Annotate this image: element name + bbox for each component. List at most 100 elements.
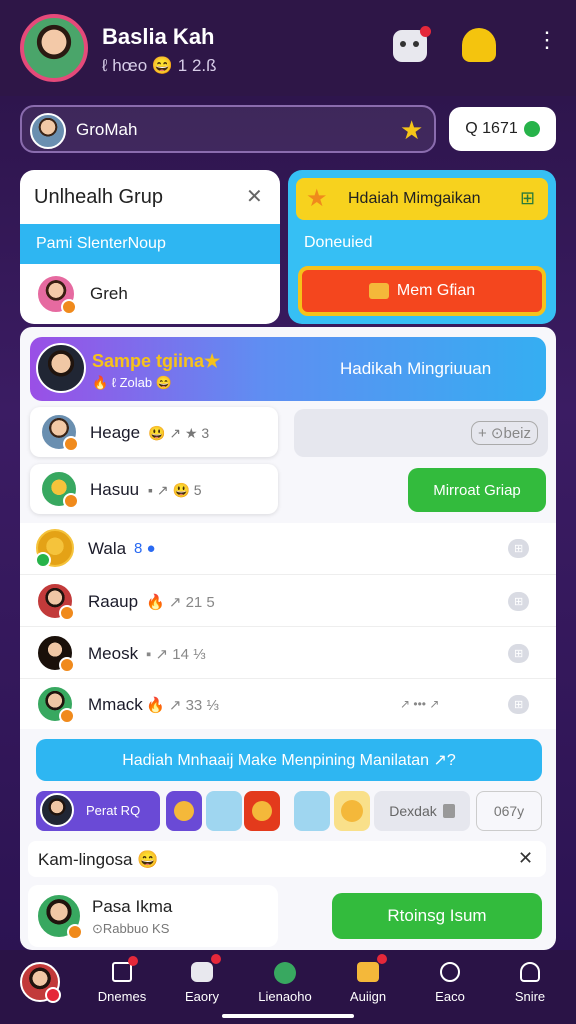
join-group-label: Mirroat Griap <box>433 481 521 499</box>
sticker-bear-icon[interactable] <box>166 791 202 831</box>
group-name: GroMah <box>76 120 138 139</box>
sticker-reply-label: Dexdak <box>389 803 437 819</box>
avatar <box>36 582 75 621</box>
banner-title: Sampe tgiina★ <box>92 351 221 371</box>
claim-button[interactable]: Mem Gfian <box>298 266 546 316</box>
row-meta: ▪ ↗ 😃 5 <box>148 482 202 498</box>
nav-avatar[interactable] <box>20 962 61 1003</box>
sticker-robot-icon[interactable] <box>244 791 280 831</box>
blue-label-bar[interactable]: Pami SlenterNoup <box>20 224 280 264</box>
sticker-plane-icon[interactable] <box>294 791 330 831</box>
cta-bar[interactable]: Hadiah Mnhaaij Make Menpining Manilatan … <box>36 739 542 781</box>
join-group-button[interactable]: Mirroat Griap <box>408 468 546 512</box>
sticker-count-label: 067y <box>493 803 525 819</box>
bottom-user-sub: ⊙Rabbuo KS <box>92 921 170 936</box>
close-icon[interactable]: ✕ <box>518 848 533 869</box>
group-avatar <box>30 113 66 149</box>
sticker-face-icon[interactable] <box>334 791 370 831</box>
row-meta: 8 ● <box>134 540 156 557</box>
avatar <box>40 470 79 509</box>
search-icon <box>440 962 460 982</box>
more-menu-icon[interactable]: ⋮ <box>536 29 558 60</box>
star-icon[interactable]: ★ <box>400 115 423 146</box>
member-avatar[interactable] <box>36 274 77 315</box>
nav-item-story[interactable]: Eaory <box>172 954 232 1006</box>
sticker-count[interactable]: 067y <box>476 791 542 831</box>
avatar <box>35 529 74 568</box>
gift-card: ★ Hdaiah Mimgaikan ⊞ Doneuied Mem Gfian <box>288 170 556 324</box>
section-title: Kam-lingosa 😄 <box>38 850 159 869</box>
row-tag[interactable]: ⊞ <box>508 695 530 714</box>
cta-label: Hadiah Mnhaaij Make Menpining Manilatan … <box>122 752 456 769</box>
profile-avatar[interactable] <box>20 14 88 82</box>
sticker-first[interactable]: Perat RQ <box>36 791 160 831</box>
row-meta: 🔥 ↗ 21 5 <box>146 594 215 611</box>
banner-button[interactable]: Hadikah Mingriuuan <box>340 359 491 379</box>
nav-item-search[interactable]: Eaco <box>420 962 480 1006</box>
nav-item-gift[interactable]: Auiign <box>338 954 398 1006</box>
banner-sub: 🔥 ℓ Zolab 😄 <box>92 375 172 390</box>
nav-item-profile[interactable]: Snire <box>500 962 560 1006</box>
avatar <box>40 413 79 452</box>
bottom-user-card[interactable]: Pasa Ikma ⊙Rabbuo KS <box>28 885 278 947</box>
sticker-pattern-icon[interactable] <box>206 791 242 831</box>
search-pill: + ⊙beiz <box>470 421 538 445</box>
bottom-green-label: Rtoinsg Isum <box>387 906 487 925</box>
check-icon <box>523 121 540 137</box>
row-tag[interactable]: ⊞ <box>508 592 530 611</box>
coin-count: Q 1671 <box>465 120 518 137</box>
avatar <box>36 685 75 724</box>
gift-icon: ⊞ <box>520 188 536 208</box>
nav-item-home[interactable]: Dnemes <box>92 956 152 1006</box>
trash-icon[interactable] <box>442 804 455 818</box>
list-item[interactable]: Meosk ▪ ↗ 14 ⅓ ⊞ <box>20 627 556 679</box>
search-field[interactable]: + ⊙beiz <box>294 409 548 457</box>
row-name: Raaup <box>88 592 139 611</box>
profile-subtitle: ℓ hœo 😄 1 2.ß <box>102 56 217 75</box>
bell-icon[interactable] <box>462 28 496 62</box>
sticker-reply[interactable]: Dexdak <box>374 791 470 831</box>
top-bar: Baslia Kah ℓ hœo 😄 1 2.ß ⋮ <box>0 0 576 96</box>
nav-item-explore[interactable]: Lienaoho <box>252 962 318 1006</box>
gift-header-label: Hdaiah Mimgaikan <box>348 190 481 207</box>
avatar <box>40 793 74 827</box>
bottom-green-button[interactable]: Rtoinsg Isum <box>332 893 542 939</box>
bottom-user-name: Pasa Ikma <box>92 897 173 916</box>
row-name: Mmack <box>88 695 143 714</box>
row-dots: ↗ ••• ↗ <box>400 697 440 711</box>
group-bar[interactable]: GroMah ★ <box>20 105 436 153</box>
close-icon[interactable]: ✕ <box>246 184 263 209</box>
claim-button-label: Mem Gfian <box>396 282 476 299</box>
avatar <box>36 893 83 940</box>
gift-header[interactable]: ★ Hdaiah Mimgaikan ⊞ <box>296 178 548 220</box>
coin-counter[interactable]: Q 1671 <box>449 107 556 151</box>
row-tag[interactable]: ⊞ <box>508 644 530 663</box>
member-name: Greh <box>90 284 128 303</box>
nav-label: Eaco <box>435 989 465 1004</box>
list-item[interactable]: Raaup 🔥 ↗ 21 5 ⊞ <box>20 575 556 627</box>
row-meta: 🔥 ↗ 33 ⅓ <box>146 697 219 714</box>
row-meta: ▪ ↗ 14 ⅓ <box>146 646 206 663</box>
row-name: Hasuu <box>90 480 140 499</box>
row-name: Meosk <box>88 644 139 663</box>
bottom-nav: Dnemes Eaory Lienaoho Auiign Eaco Snire <box>0 950 576 1024</box>
robot-icon <box>191 954 221 982</box>
nav-label: Lienaoho <box>258 989 312 1004</box>
row-tag[interactable]: ⊞ <box>508 539 530 558</box>
user-icon <box>520 962 540 982</box>
promo-banner[interactable]: Sampe tgiina★ 🔥 ℓ Zolab 😄 Hadikah Mingri… <box>30 337 546 401</box>
row-name: Heage <box>90 423 141 442</box>
list-item[interactable]: Mmack 🔥 ↗ 33 ⅓ ↗ ••• ↗ ⊞ <box>20 679 556 729</box>
avatar <box>36 634 75 673</box>
nav-label: Snire <box>514 989 546 1004</box>
blue-label: Pami SlenterNoup <box>36 235 166 252</box>
unlock-group-card: Unlhealh Grup ✕ Pami SlenterNoup Greh <box>20 170 280 324</box>
list-item[interactable]: Hasuu ▪ ↗ 😃 5 <box>30 464 278 514</box>
robot-icon[interactable] <box>393 26 431 62</box>
nav-label: Dnemes <box>97 989 147 1004</box>
globe-icon <box>274 962 296 984</box>
section-header: Kam-lingosa 😄 ✕ <box>28 841 546 877</box>
list-item[interactable]: Heage 😃 ↗ ★ 3 <box>30 407 278 457</box>
member-list: Wala 8 ● ⊞ Raaup 🔥 ↗ 21 5 ⊞ Meosk ▪ ↗ 14… <box>20 523 556 729</box>
list-item[interactable]: Wala 8 ● ⊞ <box>20 523 556 575</box>
